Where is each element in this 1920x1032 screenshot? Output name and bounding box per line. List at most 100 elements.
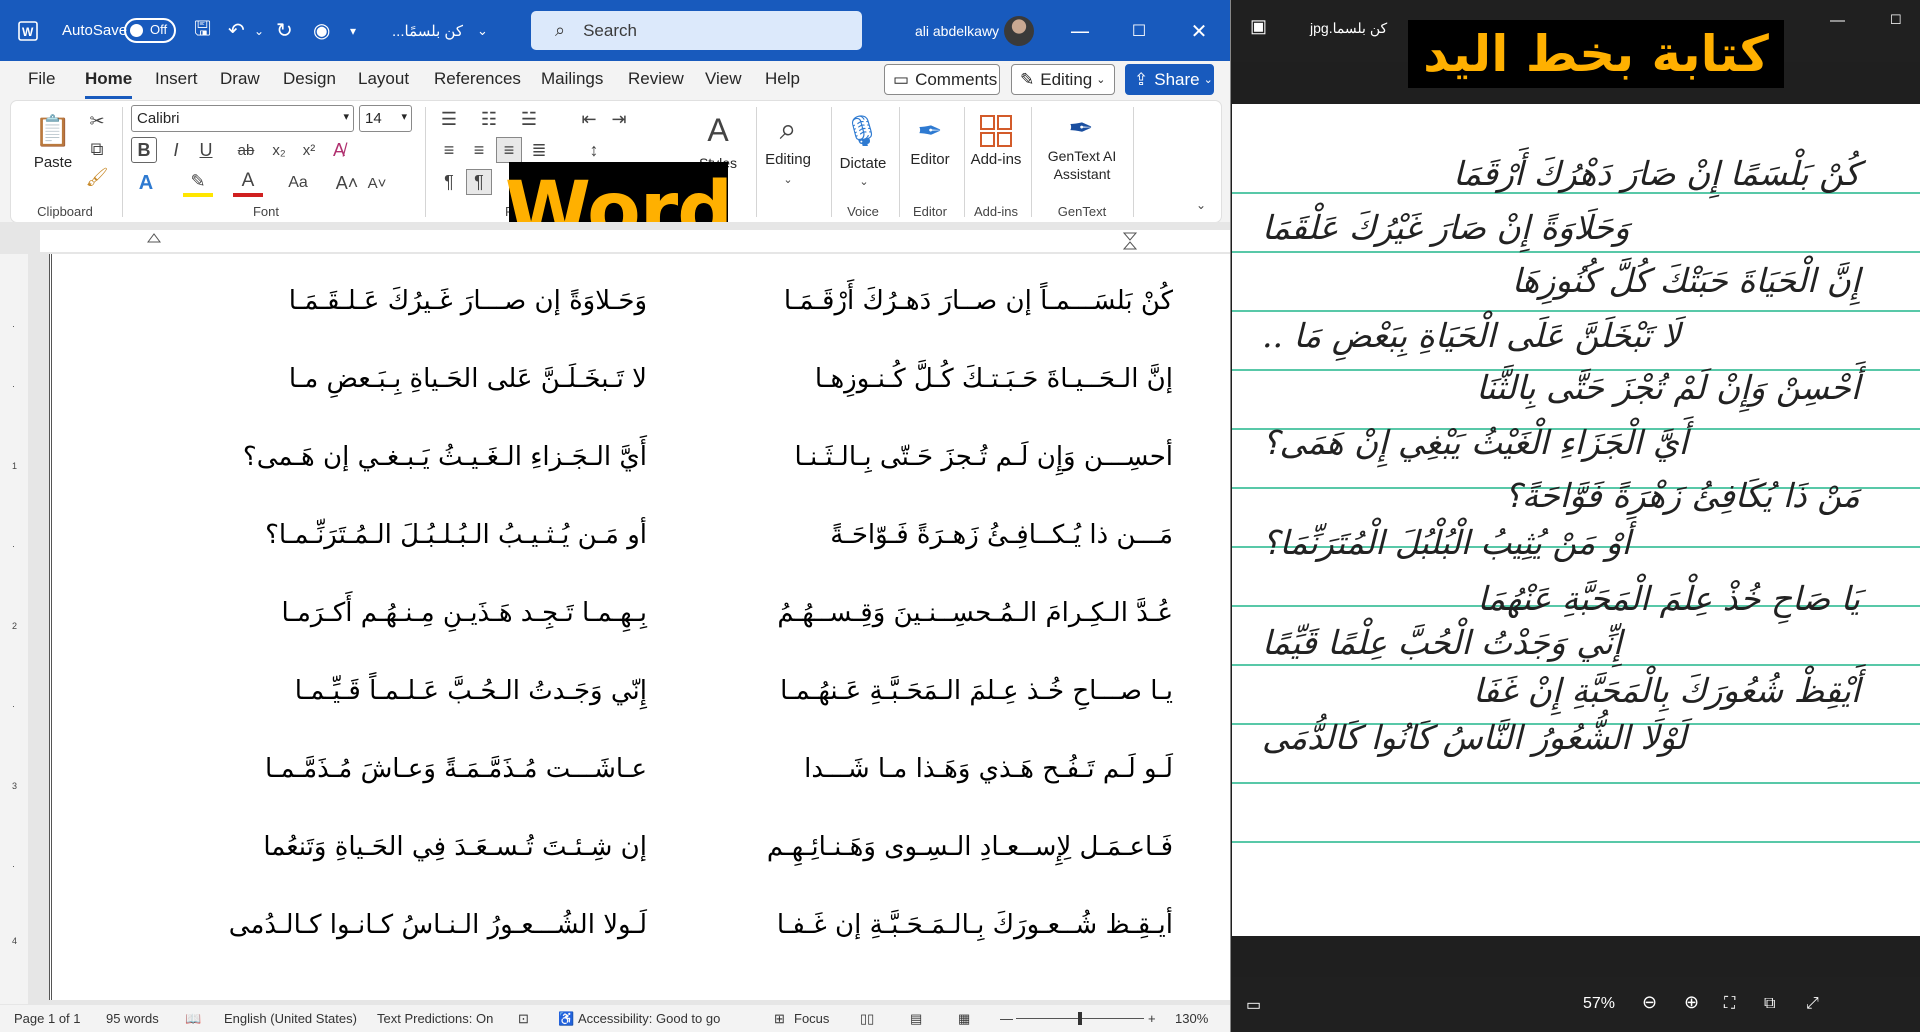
document-title[interactable]: كن بلسمًا... [392, 0, 463, 61]
strikethrough-icon[interactable]: ab [233, 137, 259, 163]
proofing-icon[interactable]: 📖 [185, 1011, 201, 1027]
close-icon[interactable]: ✕ [1168, 0, 1230, 61]
share-button[interactable]: ⇪ Share ⌄ [1125, 64, 1214, 95]
editing-button[interactable]: Editing [753, 151, 823, 168]
undo-dropdown-icon[interactable]: ⌄ [254, 0, 264, 61]
redo-icon[interactable]: ↻ [276, 0, 293, 61]
tab-draw[interactable]: Draw [220, 69, 260, 89]
minimize-icon[interactable]: — [1830, 12, 1845, 29]
fit-to-window-icon[interactable]: ⛶ [1724, 995, 1735, 1013]
chevron-down-icon[interactable]: ⌄ [477, 0, 488, 61]
word-count[interactable]: 95 words [106, 1011, 159, 1026]
page-count[interactable]: Page 1 of 1 [14, 1011, 81, 1026]
tab-home[interactable]: Home [85, 69, 133, 99]
font-name-select[interactable]: Calibri ▾ [131, 105, 354, 132]
align-right-icon[interactable]: ≡ [496, 137, 522, 163]
web-layout-icon[interactable]: ▦ [958, 1011, 970, 1027]
print-layout-icon[interactable]: ▤ [910, 1011, 922, 1027]
ltr-icon[interactable]: ¶ [436, 169, 462, 195]
zoom-in-icon[interactable]: + [1148, 1011, 1156, 1026]
text-effects-icon[interactable]: A [131, 169, 161, 197]
editor-icon[interactable]: ✒ [905, 109, 955, 153]
zoom-out-icon[interactable]: ⊖ [1642, 992, 1657, 1013]
user-name[interactable]: ali abdelkawy [915, 0, 999, 61]
search-box[interactable]: ⌕ Search [531, 11, 862, 50]
add-ins-button[interactable]: Add-ins [966, 151, 1026, 168]
justify-icon[interactable]: ≣ [526, 137, 552, 163]
tab-design[interactable]: Design [283, 69, 336, 89]
text-predictions[interactable]: Text Predictions: On [377, 1011, 493, 1026]
change-case-icon[interactable]: Aa [281, 169, 315, 197]
multilevel-list-icon[interactable]: ☱ [516, 107, 542, 131]
decrease-indent-icon[interactable]: ⇤ [576, 107, 602, 131]
avatar[interactable] [994, 0, 1034, 61]
zoom-in-icon[interactable]: ⊕ [1684, 992, 1699, 1013]
numbering-icon[interactable]: ☷ [476, 107, 502, 131]
minimize-icon[interactable]: — [1049, 0, 1111, 61]
zoom-slider-thumb[interactable] [1078, 1012, 1082, 1025]
save-icon[interactable]: 🖫 [194, 0, 211, 61]
tab-help[interactable]: Help [765, 69, 800, 89]
macro-icon[interactable]: ⊡ [518, 1011, 529, 1027]
focus-button[interactable]: Focus [794, 1011, 829, 1026]
subscript-icon[interactable]: x₂ [266, 137, 292, 163]
dictate-button[interactable]: Dictate [831, 155, 895, 172]
increase-indent-icon[interactable]: ⇥ [606, 107, 632, 131]
read-mode-icon[interactable]: ▯▯ [860, 1011, 874, 1027]
shrink-font-icon[interactable]: A˅ [364, 169, 390, 197]
autosave-toggle[interactable]: Off [124, 0, 176, 61]
tab-review[interactable]: Review [628, 69, 684, 89]
tab-mailings[interactable]: Mailings [541, 69, 603, 89]
filmstrip-icon[interactable]: ▭ [1246, 995, 1261, 1015]
maximize-icon[interactable]: ☐ [1890, 12, 1902, 28]
editing-mode-button[interactable]: ✎ Editing ⌄ [1011, 64, 1115, 95]
highlight-icon[interactable]: ✎ [183, 169, 213, 197]
full-screen-icon[interactable]: ⤢ [1806, 995, 1819, 1013]
collapse-ribbon-icon[interactable]: ⌄ [1191, 197, 1211, 213]
language[interactable]: English (United States) [224, 1011, 357, 1026]
tab-insert[interactable]: Insert [155, 69, 198, 89]
gentext-button[interactable]: GenText AI Assistant [1036, 147, 1128, 183]
line-spacing-icon[interactable]: ↕ [581, 137, 607, 163]
align-center-icon[interactable]: ≡ [466, 137, 492, 163]
add-ins-icon[interactable] [971, 109, 1021, 153]
document-page[interactable]: كُنْ بَلسَـــمـاً إن صــارَ دَهـرُكَ أَر… [49, 254, 1230, 1000]
paste-button[interactable]: Paste [33, 154, 73, 171]
chevron-down-icon[interactable]: ⌄ [775, 171, 801, 187]
fountain-pen-icon[interactable]: ✒ [1059, 107, 1103, 149]
comments-button[interactable]: ▭ Comments [884, 64, 1000, 95]
cut-icon[interactable]: ✂ [85, 109, 109, 133]
customize-toolbar-icon[interactable]: ▾ [350, 0, 356, 61]
chevron-down-icon[interactable]: ⌄ [851, 173, 877, 189]
tab-references[interactable]: References [434, 69, 521, 89]
maximize-icon[interactable]: ☐ [1108, 0, 1170, 61]
tab-file[interactable]: File [28, 69, 55, 89]
rtl-icon[interactable]: ¶ [466, 169, 492, 195]
underline-icon[interactable]: U [193, 137, 219, 163]
undo-icon[interactable]: ↶ [228, 0, 245, 61]
zoom-out-icon[interactable]: — [1000, 1011, 1013, 1026]
italic-icon[interactable]: I [163, 137, 189, 163]
clipboard-icon[interactable]: 📋 [33, 109, 73, 153]
zoom-level[interactable]: 130% [1175, 1011, 1208, 1026]
clear-formatting-icon[interactable]: A̸ [326, 137, 352, 163]
editor-button[interactable]: Editor [901, 151, 959, 168]
font-size-select[interactable]: 14 ▾ [359, 105, 412, 132]
font-color-icon[interactable]: A [233, 169, 263, 197]
accessibility-status[interactable]: Accessibility: Good to go [578, 1011, 720, 1026]
zoom-percentage[interactable]: 57% [1583, 995, 1615, 1013]
tab-layout[interactable]: Layout [358, 69, 409, 89]
format-painter-icon[interactable]: 🖌 [85, 165, 109, 189]
gallery-icon[interactable]: ▣ [1250, 16, 1267, 37]
bullets-icon[interactable]: ☰ [436, 107, 462, 131]
actual-size-icon[interactable]: ⧉ [1764, 995, 1775, 1013]
find-icon[interactable]: ⌕ [766, 109, 810, 151]
superscript-icon[interactable]: x² [296, 137, 322, 163]
horizontal-ruler[interactable] [40, 230, 1230, 252]
record-icon[interactable]: ◉ [313, 0, 330, 61]
align-left-icon[interactable]: ≡ [436, 137, 462, 163]
vertical-ruler[interactable]: · · 1 · 2 · 3 · 4 [0, 254, 28, 1004]
tab-view[interactable]: View [705, 69, 742, 89]
grow-font-icon[interactable]: A˄ [334, 169, 360, 197]
bold-icon[interactable]: B [131, 137, 157, 163]
